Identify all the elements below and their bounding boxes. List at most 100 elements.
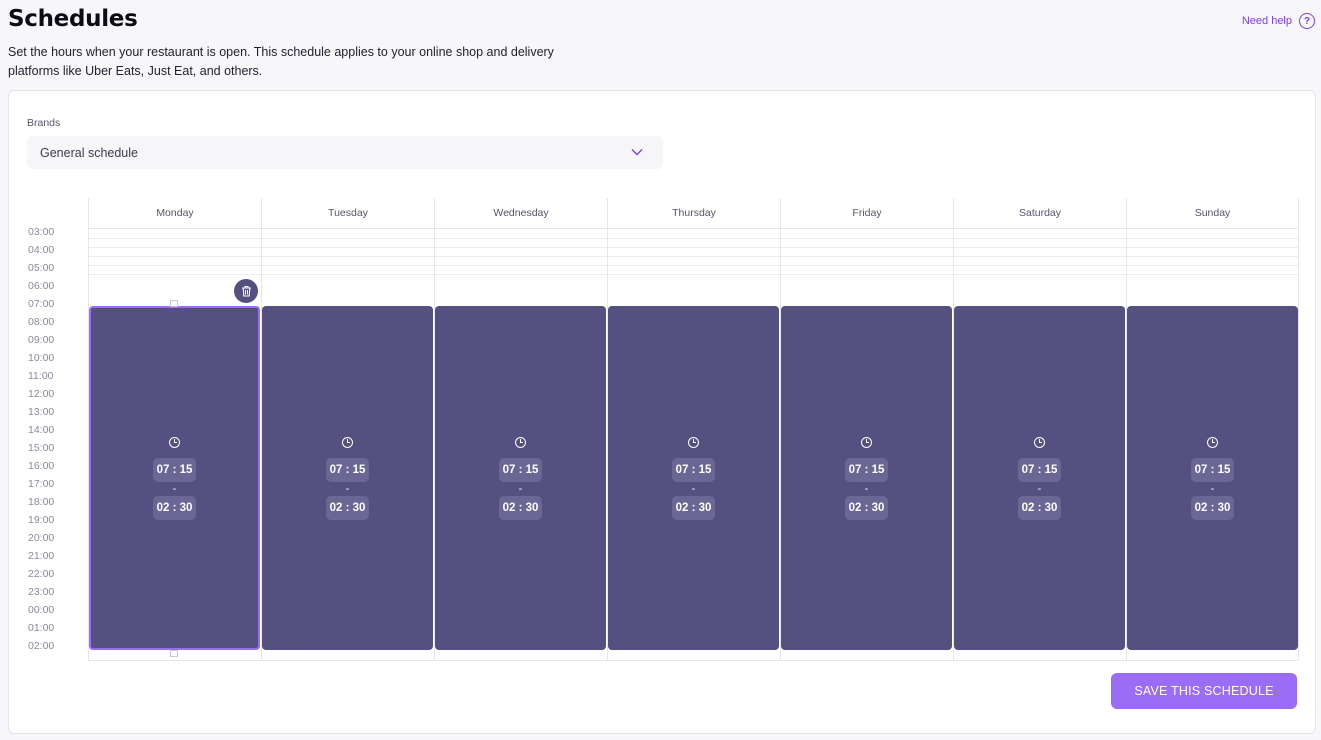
delete-block-button[interactable]	[234, 279, 258, 303]
hour-label: 00:00	[28, 604, 55, 616]
hour-label: 12:00	[28, 388, 55, 400]
day-header: Friday	[781, 198, 953, 229]
end-time[interactable]: 02 : 30	[1017, 495, 1062, 520]
page-title: Schedules	[8, 6, 138, 32]
time-separator: -	[345, 482, 350, 495]
grid-line	[262, 247, 434, 248]
grid-line	[89, 247, 261, 248]
schedule-grid: 03:00 04:00 05:00 06:00 07:00 08:00 09:00 10:00…	[9, 198, 1317, 661]
clock-icon	[861, 436, 872, 448]
time-separator: -	[1210, 482, 1215, 495]
schedule-block[interactable]: 07 : 15-02 : 30	[262, 306, 433, 650]
hour-label: 16:00	[28, 460, 55, 472]
end-time[interactable]: 02 : 30	[498, 495, 543, 520]
schedule-block[interactable]: 07 : 15-02 : 30	[89, 306, 260, 650]
save-schedule-button[interactable]: SAVE THIS SCHEDULE	[1111, 673, 1297, 709]
resize-handle-top[interactable]	[170, 300, 178, 307]
help-link[interactable]: Need help ?	[1242, 13, 1315, 29]
schedule-block[interactable]: 07 : 15-02 : 30	[435, 306, 606, 650]
time-separator: -	[518, 482, 523, 495]
day-header: Saturday	[954, 198, 1126, 229]
grid-line	[781, 238, 953, 239]
grid-line	[262, 238, 434, 239]
grid-line	[435, 274, 607, 275]
chevron-down-icon	[631, 149, 643, 156]
clock-icon	[688, 436, 699, 448]
day-header: Tuesday	[262, 198, 434, 229]
end-time[interactable]: 02 : 30	[844, 495, 889, 520]
grid-line	[262, 256, 434, 257]
end-time[interactable]: 02 : 30	[671, 495, 716, 520]
hour-label: 15:00	[28, 442, 55, 454]
grid-line	[608, 256, 780, 257]
day-header: Sunday	[1127, 198, 1298, 229]
hour-label: 10:00	[28, 352, 55, 364]
hour-label: 22:00	[28, 568, 55, 580]
grid-line	[781, 265, 953, 266]
page-subtitle: Set the hours when your restaurant is op…	[8, 45, 554, 78]
hour-label: 14:00	[28, 424, 55, 436]
day-header: Wednesday	[435, 198, 607, 229]
time-separator: -	[864, 482, 869, 495]
time-separator: -	[691, 482, 696, 495]
brands-select[interactable]: General schedule	[27, 136, 663, 169]
help-label: Need help	[1241, 15, 1292, 27]
brands-label: Brands	[27, 117, 61, 129]
schedule-block[interactable]: 07 : 15-02 : 30	[608, 306, 779, 650]
start-time[interactable]: 07 : 15	[671, 457, 716, 482]
grid-line	[608, 274, 780, 275]
grid-line	[262, 265, 434, 266]
schedule-block[interactable]: 07 : 15-02 : 30	[781, 306, 952, 650]
day-header: Thursday	[608, 198, 780, 229]
clock-icon	[515, 436, 526, 448]
grid-line	[954, 238, 1126, 239]
grid-line	[954, 265, 1126, 266]
grid-line	[781, 274, 953, 275]
grid-line	[1127, 265, 1298, 266]
grid-line	[89, 265, 261, 266]
hour-label: 09:00	[28, 334, 55, 346]
hour-label: 17:00	[28, 478, 55, 490]
grid-line	[435, 265, 607, 266]
hour-label: 07:00	[28, 298, 55, 310]
hour-label: 21:00	[28, 550, 55, 562]
grid-line	[1127, 247, 1298, 248]
trash-icon	[241, 285, 251, 297]
end-time[interactable]: 02 : 30	[1190, 495, 1235, 520]
start-time[interactable]: 07 : 15	[844, 457, 889, 482]
hour-label: 08:00	[28, 316, 55, 328]
grid-line	[1127, 256, 1298, 257]
start-time[interactable]: 07 : 15	[498, 457, 543, 482]
grid-line	[954, 247, 1126, 248]
hour-label: 01:00	[28, 622, 55, 634]
end-time[interactable]: 02 : 30	[152, 495, 197, 520]
grid-line	[435, 256, 607, 257]
hour-label: 13:00	[28, 406, 55, 418]
hour-label: 18:00	[28, 496, 55, 508]
grid-line	[262, 274, 434, 275]
hour-label: 04:00	[28, 244, 55, 256]
grid-line	[608, 265, 780, 266]
start-time[interactable]: 07 : 15	[152, 457, 197, 482]
grid-line	[608, 247, 780, 248]
clock-icon	[1207, 436, 1218, 448]
grid-line	[1127, 274, 1298, 275]
time-separator: -	[1037, 482, 1042, 495]
schedule-block[interactable]: 07 : 15-02 : 30	[1127, 306, 1298, 650]
clock-icon	[169, 436, 180, 448]
grid-line	[954, 274, 1126, 275]
question-circle-icon: ?	[1299, 13, 1315, 29]
grid-line	[89, 238, 261, 239]
start-time[interactable]: 07 : 15	[1017, 457, 1062, 482]
start-time[interactable]: 07 : 15	[1190, 457, 1235, 482]
grid-line	[608, 238, 780, 239]
resize-handle-bottom[interactable]	[170, 650, 178, 657]
schedule-block[interactable]: 07 : 15-02 : 30	[954, 306, 1125, 650]
grid-line	[1127, 238, 1298, 239]
start-time[interactable]: 07 : 15	[325, 457, 370, 482]
grid-line	[89, 256, 261, 257]
clock-icon	[342, 436, 353, 448]
end-time[interactable]: 02 : 30	[325, 495, 370, 520]
grid-bottom-line	[88, 660, 1298, 661]
clock-icon	[1034, 436, 1045, 448]
